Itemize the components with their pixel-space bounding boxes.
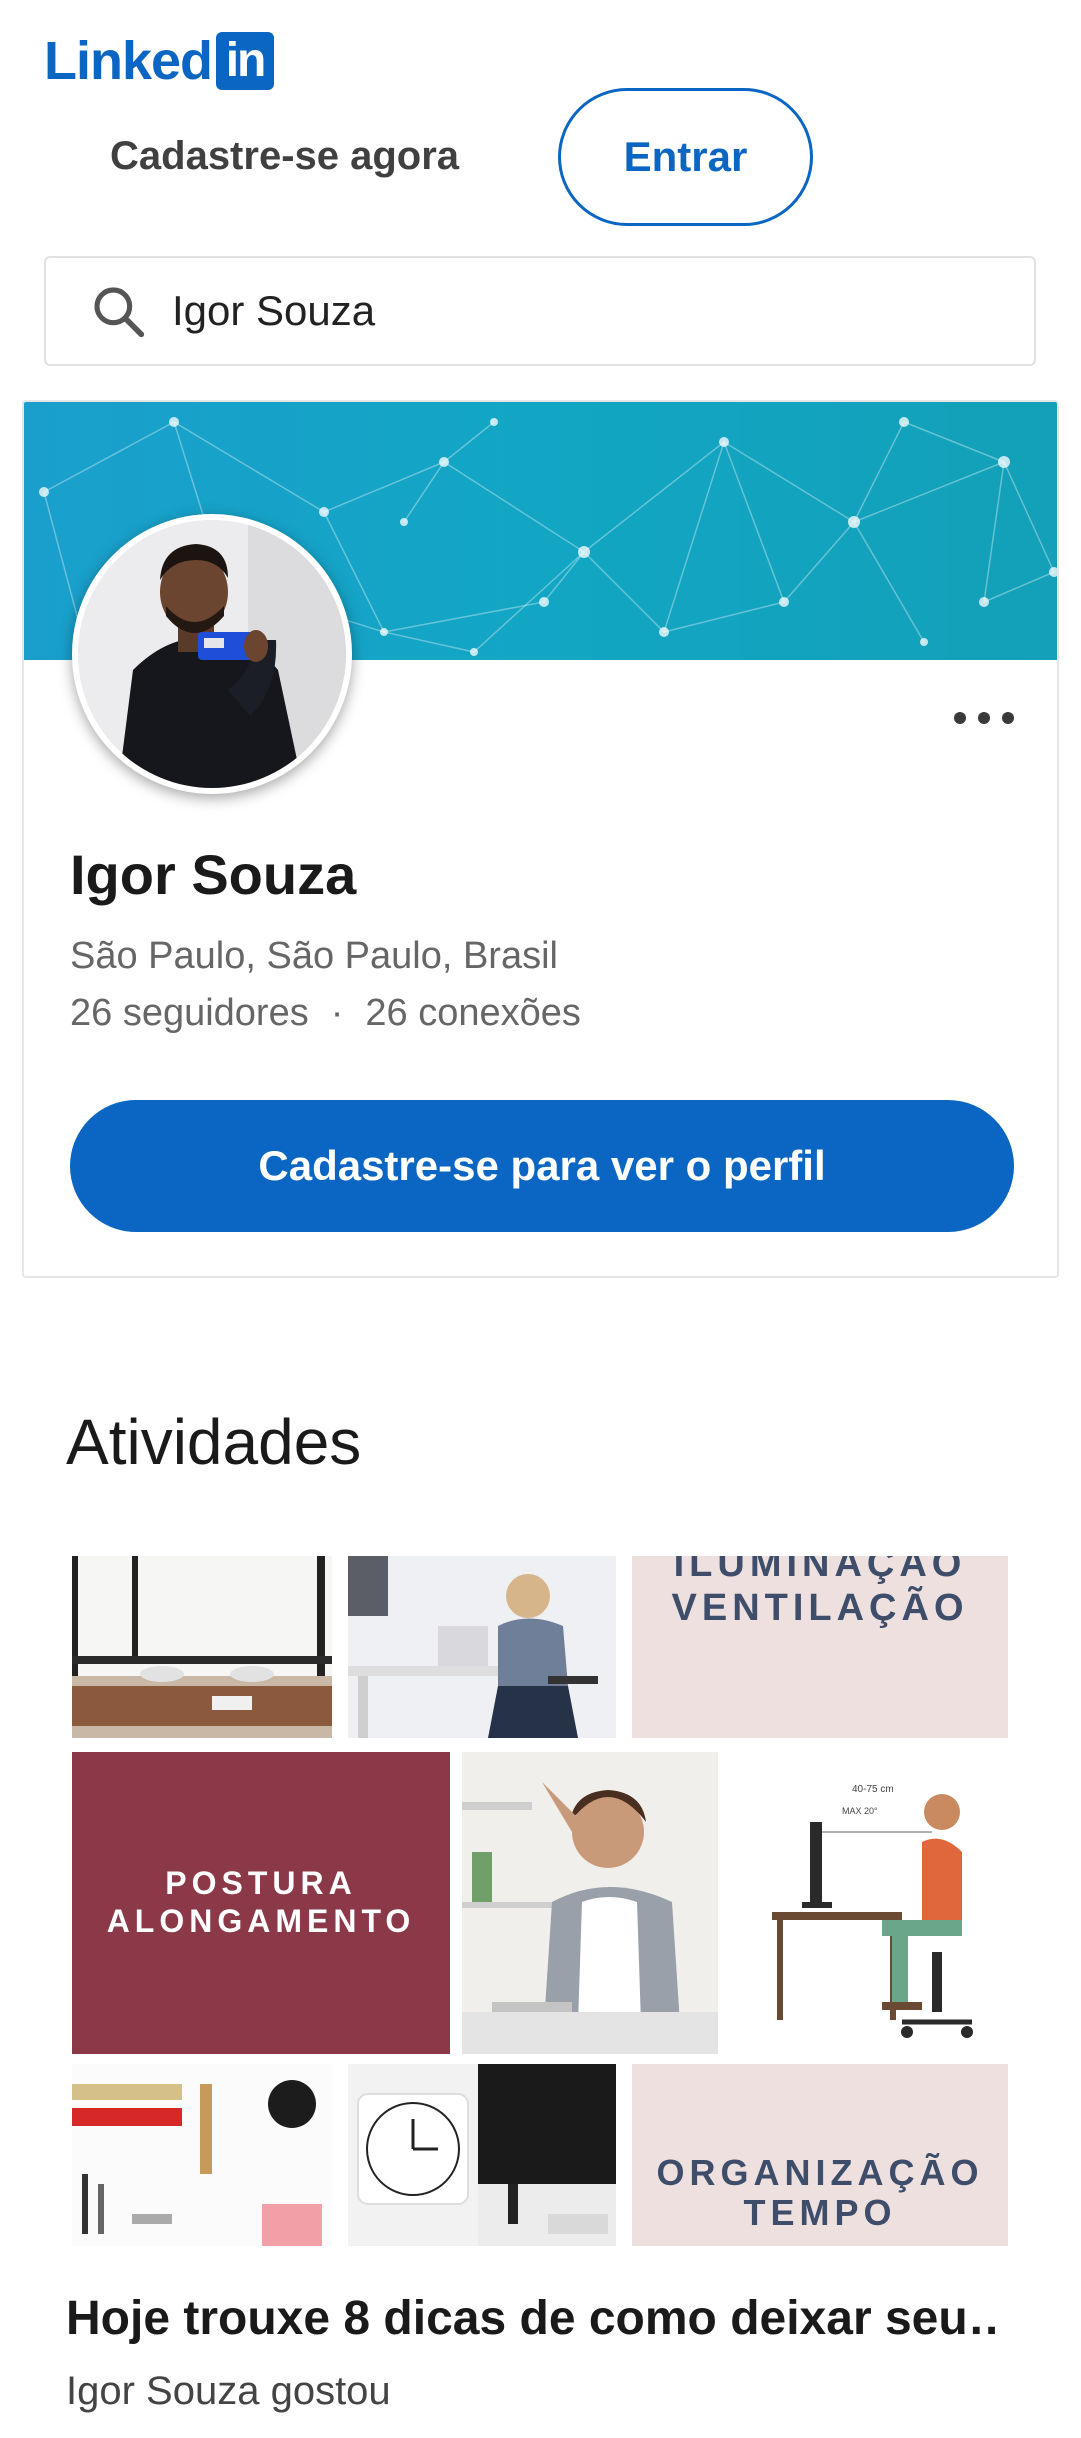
posture-label-2: ALONGAMENTO xyxy=(106,1903,416,1939)
logo-box: in xyxy=(216,32,275,90)
signup-to-view-profile-button[interactable]: Cadastre-se para ver o perfil xyxy=(70,1100,1014,1232)
woman-stretching-tile xyxy=(462,1752,718,2054)
person-at-desk-tile xyxy=(348,1556,616,1738)
followers-count: 26 seguidores xyxy=(70,992,309,1034)
activities-heading: Atividades xyxy=(66,1406,362,1478)
ventilation-label-2: VENTILAÇÃO xyxy=(671,1587,969,1629)
search-bar[interactable] xyxy=(44,256,1036,366)
posture-label-1: POSTURA xyxy=(165,1865,357,1901)
stats-separator: · xyxy=(330,992,344,1034)
profile-name: Igor Souza xyxy=(70,843,357,906)
signin-button[interactable]: Entrar xyxy=(558,88,813,226)
search-icon xyxy=(94,287,145,338)
profile-avatar xyxy=(72,514,352,794)
posture-stretching-tile: POSTURA ALONGAMENTO xyxy=(72,1752,450,2054)
ellipsis-icon xyxy=(954,712,966,724)
linkedin-logo[interactable]: Linked in xyxy=(44,31,275,91)
ergonomics-dimension-angle: MAX 20° xyxy=(842,1806,878,1816)
organization-label-1: ORGANIZAÇÃO xyxy=(656,2152,984,2193)
organization-time-tile: ORGANIZAÇÃO TEMPO xyxy=(632,2064,1008,2246)
ellipsis-dot xyxy=(1002,712,1014,724)
desk-items-tile xyxy=(72,2064,332,2246)
clock-tile xyxy=(348,2064,616,2246)
activity-post-title[interactable]: Hoje trouxe 8 dicas de como deixar seu… xyxy=(66,2290,996,2348)
profile-stats: 26 seguidores · 26 conexões xyxy=(70,989,581,1037)
lighting-ventilation-tile: ILUMINAÇÃO VENTILAÇÃO xyxy=(632,1556,1008,1738)
connections-count: 26 conexões xyxy=(365,992,581,1034)
logo-wordmark: Linked xyxy=(44,31,213,91)
logo-box-text: in xyxy=(225,34,267,87)
ellipsis-dot xyxy=(978,712,990,724)
ventilation-label-1: ILUMINAÇÃO xyxy=(673,1556,967,1585)
organization-label-2: TEMPO xyxy=(743,2192,897,2233)
search-input[interactable] xyxy=(172,287,992,335)
activity-post-subtitle: Igor Souza gostou xyxy=(66,2369,391,2413)
ergonomics-dimension-top: 40-75 cm xyxy=(852,1784,894,1795)
profile-location: São Paulo, São Paulo, Brasil xyxy=(70,935,558,977)
office-tile xyxy=(72,1556,332,1738)
more-options-button[interactable] xyxy=(944,698,1024,738)
profile-card: Igor Souza São Paulo, São Paulo, Brasil … xyxy=(22,400,1059,1278)
ergonomics-diagram-tile: 40-75 cm MAX 20° xyxy=(732,1752,1008,2054)
activity-post-image[interactable]: ILUMINAÇÃO VENTILAÇÃO POSTURA ALONGAMENT… xyxy=(72,1556,1008,2246)
signup-now-link[interactable]: Cadastre-se agora xyxy=(110,132,459,180)
